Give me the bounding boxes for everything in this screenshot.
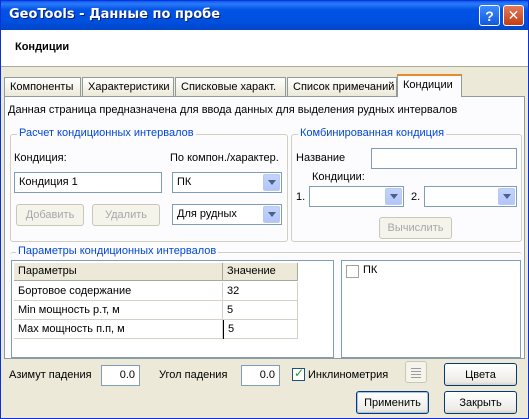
combined-name-input[interactable] xyxy=(371,148,517,169)
inclinometry-checkbox[interactable] xyxy=(292,366,305,381)
name-label: Название xyxy=(296,152,346,164)
apply-button[interactable]: Применить xyxy=(356,391,429,414)
dip-angle-input[interactable]: 0.0 xyxy=(241,365,280,386)
combined-group-title: Комбинированная кондиция xyxy=(298,127,447,139)
tab-components[interactable]: Компоненты xyxy=(4,77,81,96)
add-condition-button[interactable]: Добавить xyxy=(16,204,84,226)
component-checklist[interactable]: ПК xyxy=(341,260,521,358)
chevron-down-icon[interactable] xyxy=(263,174,280,191)
list-item-label: ПК xyxy=(363,264,378,276)
azimuth-input[interactable]: 0.0 xyxy=(101,365,140,386)
by-component-label: По компон./характер. xyxy=(170,152,279,164)
header-band: Кондиции xyxy=(1,30,528,67)
list-item-checkbox[interactable] xyxy=(346,265,359,278)
delete-condition-button[interactable]: Удалить xyxy=(92,204,160,226)
column-header-value[interactable]: Значение xyxy=(223,263,298,281)
page-title: Кондиции xyxy=(15,41,70,53)
close-button[interactable]: Закрыть xyxy=(444,391,517,414)
first-condition-label: 1. xyxy=(296,191,306,203)
params-grid[interactable]: Параметры Значение Бортовое содержание 3… xyxy=(11,260,334,358)
inclinometry-label: Инклинометрия xyxy=(308,369,389,381)
ore-type-select-value: Для рудных xyxy=(177,208,237,220)
second-condition-select[interactable] xyxy=(424,186,517,207)
chevron-down-icon[interactable] xyxy=(263,206,280,223)
ore-type-select[interactable]: Для рудных xyxy=(172,204,282,225)
page-description: Данная страница предназначена для ввода … xyxy=(8,104,458,116)
table-row[interactable]: Max мощность п.п, м 5 xyxy=(14,320,298,339)
param-name-cell: Min мощность р.т, м xyxy=(14,301,223,320)
tab-notes-list[interactable]: Список примечаний xyxy=(287,77,397,96)
azimuth-label: Азимут падения xyxy=(9,369,92,381)
second-condition-label: 2. xyxy=(411,191,421,203)
help-button[interactable]: ? xyxy=(479,5,500,26)
conditions-label: Кондиции: xyxy=(312,171,365,183)
tab-conditions[interactable]: Кондиции xyxy=(397,74,462,97)
close-window-button[interactable]: ✕ xyxy=(503,5,524,26)
dip-angle-label: Угол падения xyxy=(159,369,228,381)
params-group-title: Параметры кондиционных интервалов xyxy=(16,245,219,257)
calc-group-title: Расчет кондиционных интервалов xyxy=(17,127,196,139)
tab-panel: Данная страница предназначена для ввода … xyxy=(4,96,525,359)
tab-list-characteristics[interactable]: Списковые характ. xyxy=(175,77,286,96)
param-value-cell[interactable]: 5 xyxy=(223,301,298,320)
condition-name-input[interactable]: Кондиция 1 xyxy=(14,172,162,193)
table-row[interactable]: Бортовое содержание 32 xyxy=(14,282,298,301)
component-select[interactable]: ПК xyxy=(172,172,282,193)
combined-condition-group: Комбинированная кондиция Название Кондиц… xyxy=(291,127,522,242)
table-row[interactable]: Min мощность р.т, м 5 xyxy=(14,301,298,320)
grid-header: Параметры Значение xyxy=(14,263,298,281)
title-bar[interactable]: GeoTools - Данные по пробе ? ✕ xyxy=(1,1,528,30)
dialog-window: GeoTools - Данные по пробе ? ✕ Кондиции … xyxy=(0,0,529,419)
window-title: GeoTools - Данные по пробе xyxy=(9,7,221,22)
first-condition-select[interactable] xyxy=(309,186,404,207)
column-header-params[interactable]: Параметры xyxy=(14,263,223,281)
component-select-value: ПК xyxy=(177,176,192,188)
chevron-down-icon[interactable] xyxy=(498,188,515,205)
condition-label: Кондиция: xyxy=(14,152,67,164)
tab-characteristics[interactable]: Характеристики xyxy=(82,77,174,96)
param-value-cell[interactable]: 32 xyxy=(223,282,298,301)
param-name-cell: Бортовое содержание xyxy=(14,282,223,301)
chevron-down-icon[interactable] xyxy=(385,188,402,205)
lines-icon[interactable] xyxy=(405,361,427,383)
param-value-cell[interactable]: 5 xyxy=(223,320,298,339)
param-name-cell: Max мощность п.п, м xyxy=(14,320,223,339)
compute-button[interactable]: Вычислить xyxy=(379,217,452,239)
calc-intervals-group: Расчет кондиционных интервалов Кондиция:… xyxy=(10,127,288,242)
colors-button[interactable]: Цвета xyxy=(444,363,517,386)
